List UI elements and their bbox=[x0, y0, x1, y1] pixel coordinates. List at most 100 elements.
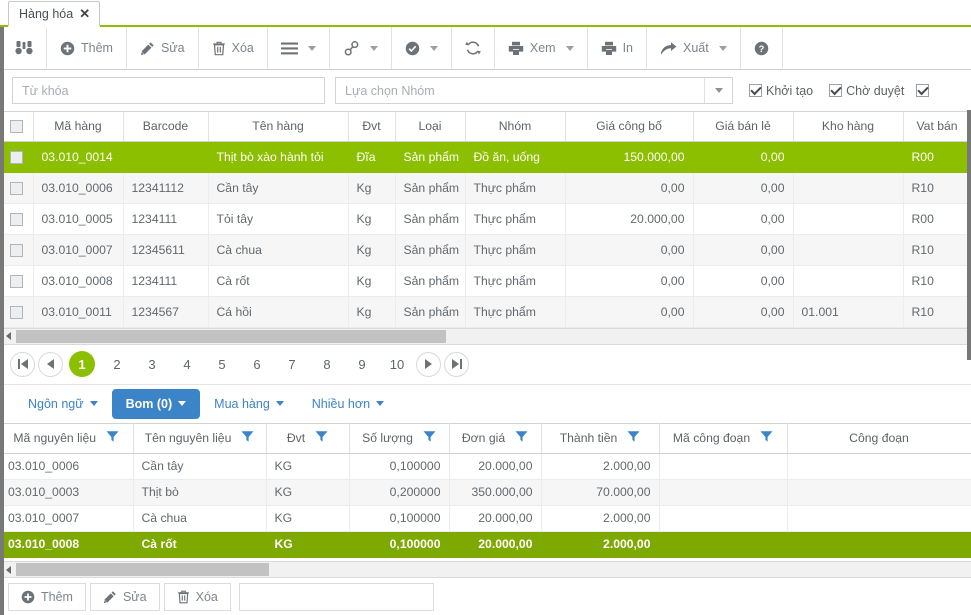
col-nhom[interactable]: Nhóm bbox=[465, 112, 566, 142]
print-button[interactable]: In bbox=[588, 27, 648, 69]
page-prev-button[interactable] bbox=[38, 351, 63, 377]
page-10-button[interactable]: 10 bbox=[384, 351, 410, 377]
page-5-button[interactable]: 5 bbox=[209, 351, 235, 377]
tab-hang-hoa[interactable]: Hàng hóa ✕ bbox=[8, 1, 101, 27]
view-button[interactable]: Xem bbox=[495, 27, 588, 69]
link-button[interactable] bbox=[330, 27, 392, 69]
bom-row[interactable]: 03.010_0003 Thịt bò KG 0,200000 350.000,… bbox=[0, 479, 971, 506]
page-4-button[interactable]: 4 bbox=[174, 351, 200, 377]
col-gia-ban-le[interactable]: Giá bán lẻ bbox=[693, 112, 794, 142]
col-gia-cong-bo[interactable]: Giá công bố bbox=[565, 112, 694, 142]
checkbox-khoi-tao[interactable]: Khởi tạo bbox=[749, 84, 813, 98]
row-checkbox[interactable] bbox=[9, 150, 23, 164]
filter-icon[interactable] bbox=[627, 430, 640, 446]
bomcol-so-luong[interactable]: Số lượng bbox=[349, 422, 450, 454]
subtab-mua-hang[interactable]: Mua hàng bbox=[200, 389, 298, 419]
row-checkbox-cell[interactable] bbox=[0, 203, 34, 235]
page-8-button[interactable]: 8 bbox=[314, 351, 340, 377]
checkbox-khoi-tao-box[interactable] bbox=[749, 84, 762, 97]
bomcol-cong-doan[interactable]: Công đoạn bbox=[787, 422, 971, 454]
bomcol-ten-nguyen-lieu[interactable]: Tên nguyên liệu bbox=[133, 422, 267, 454]
bom-delete-button[interactable]: Xóa bbox=[163, 582, 231, 611]
bomcol-ma-nguyen-lieu[interactable]: Mã nguyên liệu bbox=[0, 422, 134, 454]
row-checkbox[interactable] bbox=[9, 212, 23, 226]
chevron-down-icon[interactable] bbox=[429, 45, 438, 51]
filter-icon[interactable] bbox=[423, 430, 436, 446]
table-row[interactable]: 03.010_0005 1234111 Tỏi tây Kg Sản phẩm … bbox=[0, 203, 971, 235]
page-first-button[interactable] bbox=[10, 351, 35, 377]
filter-icon[interactable] bbox=[760, 430, 773, 446]
select-all-header[interactable] bbox=[0, 112, 34, 142]
search-binoculars-button[interactable] bbox=[1, 27, 47, 69]
add-button[interactable]: Thêm bbox=[47, 27, 127, 69]
checkbox-cho-duyet[interactable]: Chờ duyệt bbox=[829, 84, 904, 98]
page-6-button[interactable]: 6 bbox=[244, 351, 270, 377]
chevron-down-icon[interactable] bbox=[307, 45, 316, 51]
close-icon[interactable]: ✕ bbox=[79, 7, 90, 20]
chevron-down-icon[interactable] bbox=[369, 45, 378, 51]
page-7-button[interactable]: 7 bbox=[279, 351, 305, 377]
col-ten-hang[interactable]: Tên hàng bbox=[208, 112, 349, 142]
bom-row[interactable]: 03.010_0008 Cà rốt KG 0,100000 20.000,00… bbox=[0, 531, 971, 558]
filter-icon[interactable] bbox=[106, 430, 119, 446]
row-checkbox-cell[interactable] bbox=[0, 296, 34, 328]
scroll-thumb[interactable] bbox=[16, 563, 269, 576]
bom-edit-button[interactable]: Sửa bbox=[89, 582, 160, 611]
scroll-thumb[interactable] bbox=[16, 329, 446, 343]
filter-icon[interactable] bbox=[515, 430, 528, 446]
page-9-button[interactable]: 9 bbox=[349, 351, 375, 377]
row-checkbox-cell[interactable] bbox=[0, 234, 34, 266]
row-checkbox[interactable] bbox=[9, 274, 23, 288]
row-checkbox-cell[interactable] bbox=[0, 172, 34, 204]
table-row[interactable]: 03.010_0006 12341112 Cần tây Kg Sản phẩm… bbox=[0, 172, 971, 204]
page-3-button[interactable]: 3 bbox=[139, 351, 165, 377]
chevron-down-icon[interactable] bbox=[565, 45, 574, 51]
bomcol-ma-cong-doan[interactable]: Mã công đoạn bbox=[659, 422, 788, 454]
bom-grid-hscrollbar[interactable] bbox=[0, 561, 971, 578]
search-input[interactable]: Từ khóa bbox=[12, 77, 325, 104]
main-grid-hscrollbar[interactable] bbox=[0, 327, 971, 345]
menu-button[interactable] bbox=[268, 27, 330, 69]
col-loai[interactable]: Loại bbox=[395, 112, 466, 142]
bom-row[interactable]: 03.010_0007 Cà chua KG 0,100000 20.000,0… bbox=[0, 505, 971, 532]
bomcol-dvt[interactable]: Đvt bbox=[266, 422, 350, 454]
page-last-button[interactable] bbox=[444, 351, 469, 377]
chevron-down-icon[interactable] bbox=[718, 45, 727, 51]
table-row[interactable]: 03.010_0014 Thịt bò xào hành tỏi Đĩa Sản… bbox=[0, 141, 971, 173]
checkbox-overflow[interactable] bbox=[916, 84, 930, 97]
bom-row[interactable]: 03.010_0006 Cần tây KG 0,100000 20.000,0… bbox=[0, 453, 971, 480]
page-next-button[interactable] bbox=[416, 351, 441, 377]
select-all-checkbox[interactable] bbox=[9, 120, 23, 134]
subtab-ngon-ngu[interactable]: Ngôn ngữ bbox=[14, 389, 112, 419]
row-checkbox[interactable] bbox=[9, 243, 23, 257]
col-dvt[interactable]: Đvt bbox=[348, 112, 396, 142]
subtab-nhieu-hon[interactable]: Nhiều hơn bbox=[298, 389, 398, 419]
delete-button[interactable]: Xóa bbox=[199, 27, 268, 69]
chevron-down-icon[interactable] bbox=[704, 78, 732, 103]
help-button[interactable]: ? bbox=[741, 27, 783, 69]
bom-add-button[interactable]: Thêm bbox=[8, 582, 86, 611]
edit-button[interactable]: Sửa bbox=[127, 27, 199, 69]
row-checkbox[interactable] bbox=[9, 305, 23, 319]
checkbox-cho-duyet-box[interactable] bbox=[829, 84, 843, 97]
table-row[interactable]: 03.010_0011 1234567 Cá hồi Kg Sản phẩm T… bbox=[0, 296, 971, 328]
checkbox-overflow-box[interactable] bbox=[916, 84, 930, 97]
bomcol-thanh-tien[interactable]: Thành tiền bbox=[541, 422, 660, 454]
group-select[interactable]: Lựa chọn Nhóm bbox=[335, 77, 733, 104]
filter-icon[interactable] bbox=[241, 430, 254, 446]
row-checkbox-cell[interactable] bbox=[0, 265, 34, 297]
filter-icon[interactable] bbox=[315, 430, 328, 446]
col-vat-ban[interactable]: Vat bán bbox=[903, 112, 971, 142]
col-ma-hang[interactable]: Mã hàng bbox=[33, 112, 124, 142]
page-2-button[interactable]: 2 bbox=[104, 351, 130, 377]
export-button[interactable]: Xuất bbox=[647, 27, 741, 69]
bomcol-don-gia[interactable]: Đơn giá bbox=[449, 422, 542, 454]
table-row[interactable]: 03.010_0007 12345611 Cà chua Kg Sản phẩm… bbox=[0, 234, 971, 266]
col-kho-hang[interactable]: Kho hàng bbox=[793, 112, 904, 142]
row-checkbox-cell[interactable] bbox=[0, 141, 34, 173]
col-barcode[interactable]: Barcode bbox=[123, 112, 209, 142]
subtab-bom[interactable]: Bom (0) bbox=[111, 388, 201, 419]
approve-button[interactable] bbox=[392, 27, 452, 69]
row-checkbox[interactable] bbox=[9, 181, 23, 195]
table-row[interactable]: 03.010_0008 1234111 Cà rốt Kg Sản phẩm T… bbox=[0, 265, 971, 297]
